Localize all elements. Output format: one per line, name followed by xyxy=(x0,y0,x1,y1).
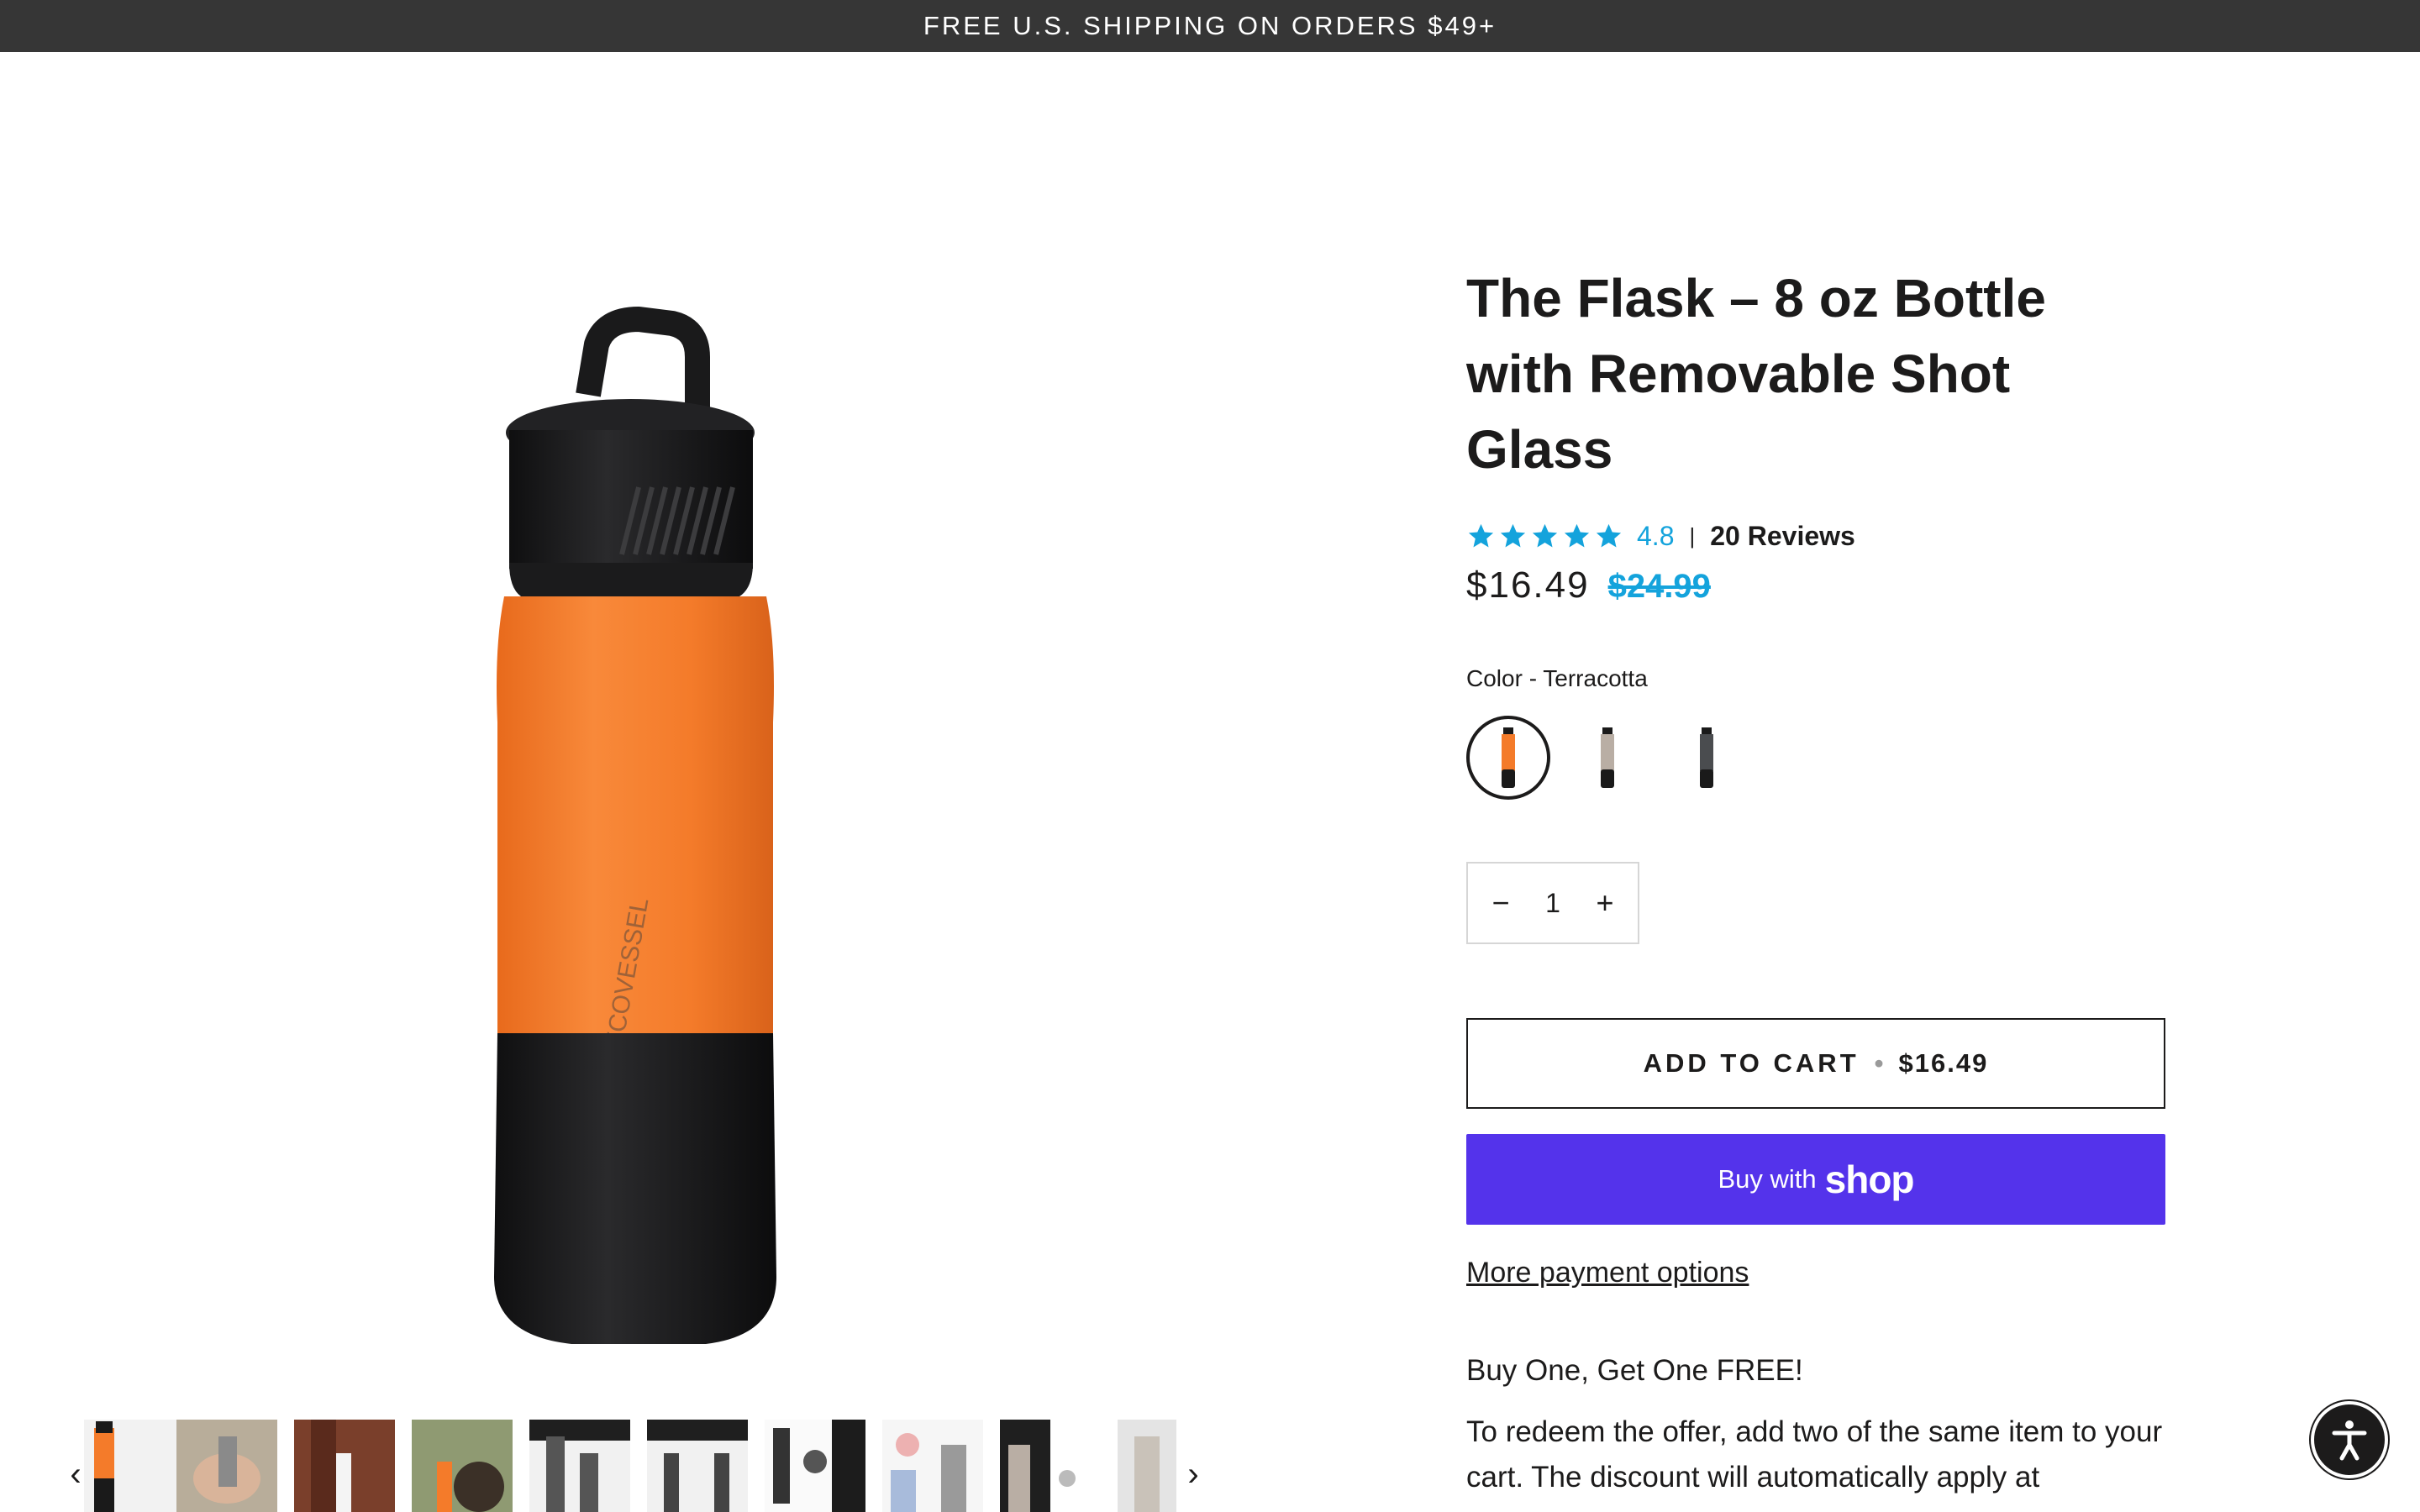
star-icon xyxy=(1468,523,1494,547)
thumbnail[interactable] xyxy=(1000,1420,1101,1512)
promo-body: To redeem the offer, add two of the same… xyxy=(1466,1415,2163,1494)
star-icon xyxy=(1500,523,1526,547)
thumbnail[interactable] xyxy=(529,1420,630,1512)
thumbnail-image xyxy=(647,1420,748,1512)
swatch-stone[interactable] xyxy=(1565,716,1649,800)
compare-price: $24.99 xyxy=(1607,568,1711,605)
bottle-swatch-icon xyxy=(1502,727,1515,788)
swatch-terracotta[interactable] xyxy=(1466,716,1550,800)
bottle-image: ECOVESSEL xyxy=(494,307,776,1344)
swatch-charcoal[interactable] xyxy=(1665,716,1749,800)
sale-price: $16.49 xyxy=(1466,564,1590,606)
thumbnail[interactable] xyxy=(882,1420,983,1512)
accessibility-icon xyxy=(2332,1420,2367,1461)
promo-heading: Buy One, Get One FREE! xyxy=(1466,1354,1803,1387)
thumbnail-image xyxy=(294,1420,395,1512)
add-to-cart-button[interactable]: ADD TO CART • $16.49 xyxy=(1466,1018,2165,1109)
thumbnail-image xyxy=(1000,1420,1101,1512)
thumbnail[interactable] xyxy=(294,1420,395,1512)
quantity-plus-button[interactable]: + xyxy=(1592,885,1618,921)
product-image[interactable]: ECOVESSEL xyxy=(50,252,1210,1344)
color-swatches xyxy=(1466,716,1749,800)
rating-stars xyxy=(1466,522,1623,551)
thumbnail[interactable] xyxy=(412,1420,513,1512)
thumbnail[interactable] xyxy=(176,1420,277,1512)
quantity-input[interactable]: 1 xyxy=(1545,888,1560,919)
add-to-cart-separator: • xyxy=(1874,1048,1884,1078)
thumbnail[interactable] xyxy=(84,1420,185,1512)
thumbnail-image xyxy=(529,1420,630,1512)
star-icon xyxy=(1596,523,1622,547)
color-label: Color - Terracotta xyxy=(1466,665,1648,691)
announcement-text: FREE U.S. SHIPPING ON ORDERS $49+ xyxy=(923,11,1497,40)
bottle-swatch-icon xyxy=(1700,727,1713,788)
thumbnail-image xyxy=(1134,1436,1160,1512)
review-count-link[interactable]: 20 Reviews xyxy=(1710,521,1855,552)
more-payment-options-link[interactable]: More payment options xyxy=(1466,1257,1749,1289)
thumbnail[interactable] xyxy=(765,1420,865,1512)
star-icon xyxy=(1532,523,1558,547)
accessibility-button[interactable] xyxy=(2311,1401,2388,1478)
thumbnail[interactable] xyxy=(647,1420,748,1512)
add-to-cart-price: $16.49 xyxy=(1898,1048,1989,1078)
rating-row[interactable]: 4.8 | 20 Reviews xyxy=(1466,517,1855,555)
thumbnail[interactable] xyxy=(1118,1420,1176,1512)
thumbnail-next-icon[interactable]: › xyxy=(1176,1457,1210,1491)
quantity-minus-button[interactable]: − xyxy=(1488,885,1513,921)
thumbnail-image xyxy=(412,1420,513,1512)
buy-with-label: Buy with xyxy=(1718,1164,1817,1194)
bottle-swatch-icon xyxy=(1601,727,1614,788)
add-to-cart-label: ADD TO CART xyxy=(1643,1048,1860,1078)
rating-separator: | xyxy=(1689,522,1696,549)
thumbnail-image xyxy=(176,1420,277,1512)
shop-logo: shop xyxy=(1824,1158,1915,1201)
rating-value: 4.8 xyxy=(1637,520,1675,551)
quantity-stepper: − 1 + xyxy=(1466,862,1639,944)
thumbnail-image xyxy=(891,1433,966,1512)
price-row: $16.49 $24.99 xyxy=(1466,564,1711,606)
star-icon xyxy=(1564,523,1590,547)
thumbnail-image xyxy=(765,1420,865,1512)
buy-with-shop-button[interactable]: Buy with shop xyxy=(1466,1134,2165,1225)
thumbnail-strip xyxy=(84,1420,1176,1512)
announcement-bar: FREE U.S. SHIPPING ON ORDERS $49+ xyxy=(0,0,2420,52)
product-title: The Flask – 8 oz Bottle with Removable S… xyxy=(1466,268,2046,480)
thumbnail-image xyxy=(94,1421,114,1512)
